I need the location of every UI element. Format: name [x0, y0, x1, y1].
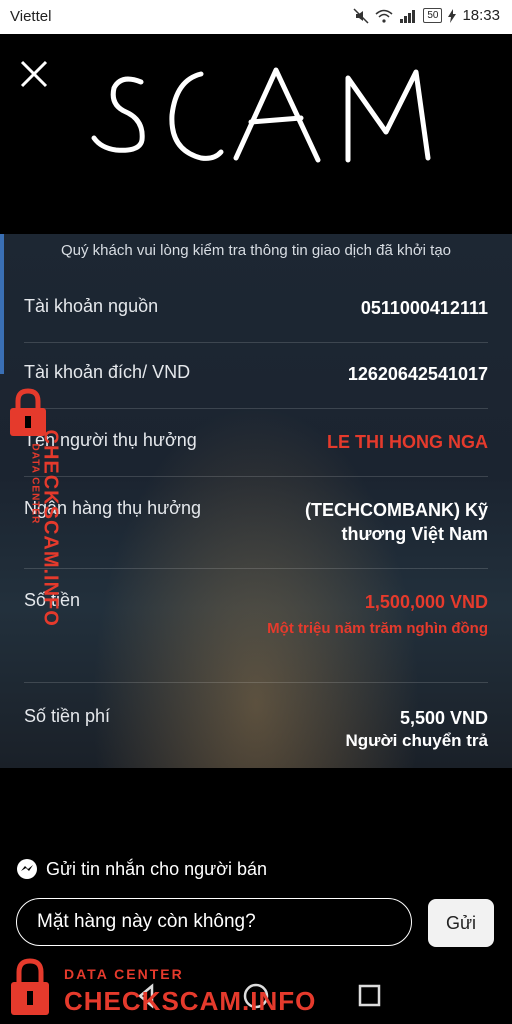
- status-icons: 50 18:33: [353, 7, 500, 24]
- row-value-line2: thương Việt Nam: [341, 524, 488, 544]
- send-button[interactable]: Gửi: [428, 899, 494, 947]
- lock-icon: [11, 958, 49, 1015]
- carrier-name: Viettel: [10, 8, 52, 25]
- watermark-label: DATA CENTER: [29, 443, 41, 525]
- row-destination-account: Tài khoản đích/ VND 12620642541017: [24, 362, 488, 409]
- row-beneficiary-bank: Ngân hàng thụ hưởng (TECHCOMBANK) Kỹ thư…: [24, 498, 488, 569]
- wifi-icon: [375, 9, 393, 23]
- close-icon[interactable]: [18, 58, 50, 90]
- row-value: 5,500 VND: [399, 708, 488, 728]
- send-message-prompt: Gửi tin nhắn cho người bán: [16, 858, 267, 880]
- watermark-site: CHECKSCAM.INFO: [39, 429, 62, 627]
- row-label: Tài khoản nguồn: [24, 296, 159, 316]
- watermark-bottom: DATA CENTER CHECKSCAM.INFO: [8, 958, 328, 1020]
- scam-handwriting: [91, 67, 431, 163]
- battery-level: 50: [423, 8, 443, 23]
- watermark-site: CHECKSCAM.INFO: [64, 986, 317, 1016]
- signal-icon: [400, 9, 416, 23]
- row-value: (TECHCOMBANK) Kỹ: [305, 500, 488, 520]
- fee-payer: Người chuyển trả: [345, 731, 488, 750]
- row-beneficiary-name: Tên người thụ hưởng LE THI HONG NGA: [24, 430, 488, 477]
- row-amount: Số tiền 1,500,000 VND Một triệu năm trăm…: [24, 590, 488, 683]
- status-bar: Viettel 50 18:33: [0, 0, 512, 34]
- watermark-label: DATA CENTER: [64, 966, 184, 982]
- charging-icon: [448, 8, 457, 23]
- intro-text: Quý khách vui lòng kiểm tra thông tin gi…: [60, 242, 452, 259]
- recents-icon[interactable]: [358, 984, 381, 1007]
- message-input[interactable]: [16, 898, 412, 946]
- row-value: 1,500,000 VND: [364, 592, 488, 612]
- clock: 18:33: [462, 7, 500, 24]
- row-value: 0511000412111: [360, 298, 488, 318]
- row-value: LE THI HONG NGA: [327, 432, 488, 452]
- amount-in-words: Một triệu năm trăm nghìn đồng: [267, 620, 488, 637]
- row-label: Tài khoản đích/ VND: [24, 362, 191, 382]
- row-source-account: Tài khoản nguồn 0511000412111: [24, 296, 488, 343]
- transaction-confirmation-panel: Quý khách vui lòng kiểm tra thông tin gi…: [0, 234, 512, 768]
- row-fee: Số tiền phí 5,500 VND Người chuyển trả: [24, 706, 488, 762]
- row-label: Số tiền phí: [24, 706, 111, 726]
- messenger-icon: [17, 859, 37, 879]
- mute-icon: [353, 7, 369, 24]
- watermark-side: CHECKSCAM.INFO DATA CENTER: [0, 388, 62, 638]
- prompt-text: Gửi tin nhắn cho người bán: [46, 858, 268, 879]
- row-value: 12620642541017: [347, 364, 488, 384]
